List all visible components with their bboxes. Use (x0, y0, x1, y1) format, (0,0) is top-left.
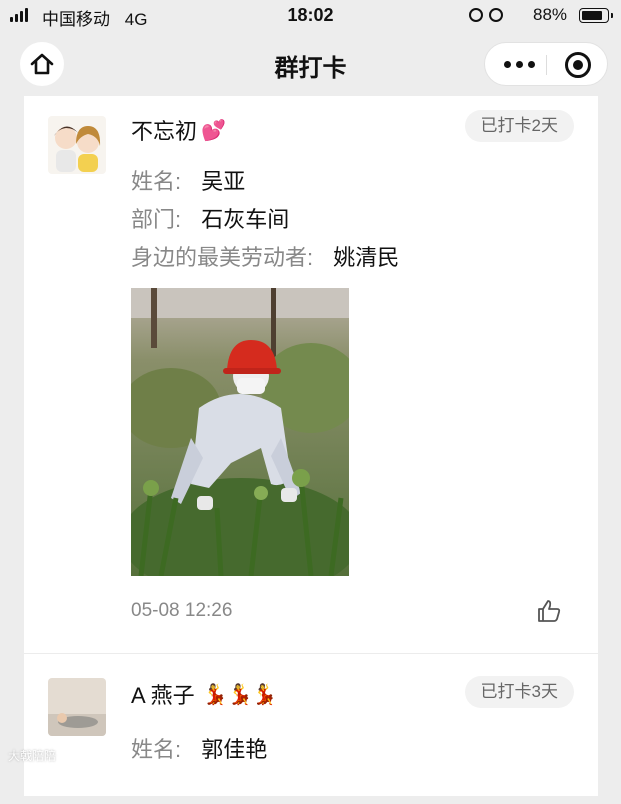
checkin-post: 不忘初 💕 已打卡2天 姓名: 吴亚 部门: 石灰车间 身边的最美劳动者: 姚清… (24, 96, 598, 651)
status-bar: 中国移动 4G 18:02 88% (0, 0, 621, 32)
alarm-icon (489, 8, 503, 22)
user-name-text: A 燕子 (131, 683, 195, 708)
field-department: 部门: 石灰车间 (131, 202, 289, 234)
target-close-icon[interactable] (565, 52, 591, 78)
field-name: 姓名: 吴亚 (131, 164, 245, 196)
checkin-feed: 不忘初 💕 已打卡2天 姓名: 吴亚 部门: 石灰车间 身边的最美劳动者: 姚清… (24, 96, 598, 796)
field-label: 部门: (131, 207, 182, 232)
thumbs-up-icon (538, 600, 561, 622)
capsule-divider (546, 55, 547, 75)
dancer-emoji-icon: 💃💃💃 (202, 683, 278, 706)
field-value: 郭佳艳 (201, 737, 268, 762)
checkin-post: A 燕子 💃💃💃 已打卡3天 姓名: 郭佳艳 (24, 654, 598, 804)
watermark-text: 大戟陪陪 (8, 749, 57, 763)
avatar[interactable] (48, 678, 106, 736)
battery-percent: 88% (533, 5, 568, 24)
more-dots-icon[interactable] (501, 57, 537, 71)
field-label: 身边的最美劳动者: (131, 245, 314, 270)
field-name: 姓名: 郭佳艳 (131, 732, 267, 764)
checkin-days-badge: 已打卡3天 (464, 676, 574, 708)
field-model-worker: 身边的最美劳动者: 姚清民 (131, 240, 399, 272)
mini-program-capsule (484, 42, 608, 86)
like-button[interactable] (536, 598, 562, 629)
field-label: 姓名: (131, 169, 182, 194)
heart-emoji-icon: 💕 (201, 119, 226, 142)
battery-icon (579, 8, 613, 23)
orientation-lock-icon (469, 8, 483, 22)
field-value: 吴亚 (201, 169, 246, 194)
field-value: 姚清民 (333, 245, 400, 270)
user-name: A 燕子 💃💃💃 (131, 678, 277, 710)
avatar[interactable] (48, 116, 106, 174)
field-label: 姓名: (131, 737, 182, 762)
clock: 18:02 (287, 5, 334, 25)
field-value: 石灰车间 (201, 207, 290, 232)
user-name: 不忘初 💕 (131, 114, 226, 146)
post-photo[interactable] (131, 288, 349, 576)
user-name-text: 不忘初 (131, 119, 198, 144)
checkin-days-badge: 已打卡2天 (464, 110, 574, 142)
post-timestamp: 05-08 12:26 (131, 600, 233, 621)
nav-bar: 群打卡 (0, 34, 621, 94)
